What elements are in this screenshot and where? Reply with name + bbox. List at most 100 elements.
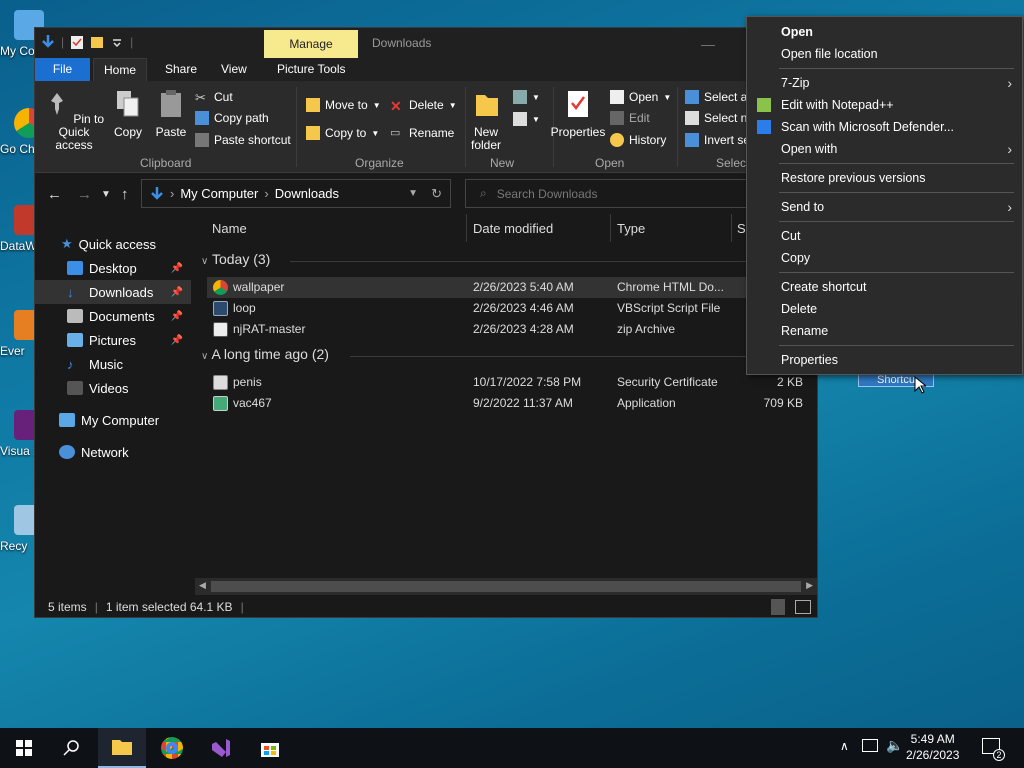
scrollbar-thumb[interactable] <box>211 581 801 592</box>
edit-button[interactable]: Edit <box>610 109 650 127</box>
manage-tab[interactable]: Manage <box>264 30 358 58</box>
nav-item-pictures[interactable]: Pictures 📌 <box>35 328 191 352</box>
menu-item-restore-versions[interactable]: Restore previous versions <box>747 167 1022 189</box>
search-button[interactable] <box>48 728 96 768</box>
menu-item-open-with[interactable]: Open with › <box>747 138 1022 160</box>
file-row-loop[interactable]: loop 2/26/2023 4:46 AM VBScript Script F… <box>207 298 815 319</box>
pin-icon[interactable]: 📌 <box>171 287 183 298</box>
file-row-vac467[interactable]: vac467 9/2/2022 11:37 AM Application 709… <box>207 393 815 414</box>
volume-icon[interactable]: 🔈 <box>886 737 903 754</box>
properties-icon[interactable] <box>70 34 84 50</box>
back-arrow-icon[interactable]: ← <box>47 186 62 203</box>
download-arrow-icon[interactable] <box>41 34 55 50</box>
copy-path-button[interactable]: Copy path <box>195 109 269 127</box>
taskbar-visual-studio[interactable] <box>197 728 245 768</box>
address-dropdown-icon[interactable]: ▼ <box>408 188 418 199</box>
new-item-button[interactable]: ▼ <box>513 88 540 106</box>
tab-view[interactable]: View <box>211 58 257 81</box>
start-button[interactable] <box>0 728 48 768</box>
up-arrow-icon[interactable]: ↑ <box>121 186 129 203</box>
file-row-njrat-master[interactable]: njRAT-master 2/26/2023 4:28 AM zip Archi… <box>207 319 815 340</box>
breadcrumb-my-computer[interactable]: My Computer <box>180 186 258 201</box>
invert-selection-button[interactable]: Invert se <box>685 131 750 149</box>
customize-toolbar-icon[interactable] <box>110 34 124 50</box>
refresh-icon[interactable]: ↻ <box>431 186 442 202</box>
large-icons-view-icon[interactable] <box>795 600 811 614</box>
delete-button[interactable]: ✕ Delete ▼ <box>390 96 457 114</box>
tab-file[interactable]: File <box>35 58 90 81</box>
menu-item-delete[interactable]: Delete <box>747 298 1022 320</box>
nav-item-videos[interactable]: Videos <box>35 376 191 400</box>
file-row-wallpaper[interactable]: wallpaper 2/26/2023 5:40 AM Chrome HTML … <box>207 277 815 298</box>
copy-button[interactable]: Copy <box>111 89 145 139</box>
select-all-button[interactable]: Select al <box>685 88 750 106</box>
cut-button[interactable]: ✂ Cut <box>195 88 233 106</box>
pin-icon[interactable]: 📌 <box>171 311 183 322</box>
scroll-right-icon[interactable]: ▶ <box>806 580 813 591</box>
select-none-button[interactable]: Select n <box>685 109 747 127</box>
search-input[interactable]: Search Downloads <box>497 187 598 201</box>
new-folder-icon[interactable] <box>90 34 104 50</box>
history-button[interactable]: History <box>610 131 666 149</box>
move-to-button[interactable]: Move to ▼ <box>306 96 381 114</box>
new-folder-button[interactable]: New folder <box>469 89 505 152</box>
menu-item-properties[interactable]: Properties <box>747 349 1022 371</box>
clock[interactable]: 5:49 AM 2/26/2023 <box>906 731 959 763</box>
details-view-icon[interactable] <box>771 599 785 615</box>
pin-icon[interactable]: 📌 <box>171 335 183 346</box>
menu-item-open[interactable]: Open <box>747 21 1022 43</box>
pin-to-quick-access-button[interactable]: Pin to Quick access <box>41 89 107 152</box>
file-row-penis[interactable]: penis 10/17/2022 7:58 PM Security Certif… <box>207 372 815 393</box>
taskbar-store[interactable] <box>246 728 294 768</box>
taskbar-file-explorer[interactable] <box>98 728 146 768</box>
column-separator[interactable] <box>731 214 732 242</box>
address-bar[interactable]: › My Computer › Downloads ▼ ↻ <box>141 179 451 208</box>
tab-share[interactable]: Share <box>155 58 207 81</box>
copy-to-button[interactable]: Copy to ▼ <box>306 124 379 142</box>
rename-button[interactable]: ▭ Rename <box>390 124 454 142</box>
easy-access-button[interactable]: ▼ <box>513 110 540 128</box>
menu-item-open-file-location[interactable]: Open file location <box>747 43 1022 65</box>
recent-locations-icon[interactable]: ▼ <box>101 189 111 200</box>
network-icon[interactable] <box>862 739 878 752</box>
properties-button[interactable]: Properties <box>550 89 606 139</box>
column-separator[interactable] <box>466 214 467 242</box>
paste-button[interactable]: Paste <box>153 89 189 139</box>
column-header-name[interactable]: Name <box>212 221 247 236</box>
nav-item-desktop[interactable]: Desktop 📌 <box>35 256 191 280</box>
scroll-left-icon[interactable]: ◀ <box>199 580 206 591</box>
tab-home[interactable]: Home <box>93 58 148 81</box>
menu-item-copy[interactable]: Copy <box>747 247 1022 269</box>
notification-center-icon[interactable]: 2 <box>982 738 1005 761</box>
column-header-date-modified[interactable]: Date modified <box>473 221 553 236</box>
menu-item-cut[interactable]: Cut <box>747 225 1022 247</box>
menu-item-send-to[interactable]: Send to › <box>747 196 1022 218</box>
nav-item-downloads[interactable]: ↓ Downloads 📌 <box>35 280 191 304</box>
nav-item-network[interactable]: Network <box>35 440 191 464</box>
horizontal-scrollbar[interactable]: ◀ ▶ <box>195 578 817 595</box>
minimize-button[interactable]: — <box>701 36 715 52</box>
column-separator[interactable] <box>610 214 611 242</box>
menu-item-create-shortcut[interactable]: Create shortcut <box>747 276 1022 298</box>
select-none-icon <box>685 111 699 125</box>
nav-item-quick-access[interactable]: ★ Quick access <box>35 232 191 256</box>
menu-item-scan-defender[interactable]: Scan with Microsoft Defender... <box>747 116 1022 138</box>
menu-item-edit-notepad[interactable]: Edit with Notepad++ <box>747 94 1022 116</box>
taskbar-chrome[interactable] <box>148 728 196 768</box>
group-header-long-ago[interactable]: ∨ A long time ago (2) <box>201 346 329 362</box>
show-hidden-icons-icon[interactable]: ∧ <box>840 739 849 753</box>
breadcrumb-downloads[interactable]: Downloads <box>275 186 339 201</box>
nav-item-my-computer[interactable]: My Computer <box>35 408 191 432</box>
nav-item-documents[interactable]: Documents 📌 <box>35 304 191 328</box>
menu-item-rename[interactable]: Rename <box>747 320 1022 342</box>
forward-arrow-icon[interactable]: → <box>77 186 92 203</box>
group-header-today[interactable]: ∨ Today (3) <box>201 251 270 267</box>
column-header-type[interactable]: Type <box>617 221 645 236</box>
nav-item-music[interactable]: ♪ Music <box>35 352 191 376</box>
tab-picture-tools[interactable]: Picture Tools <box>267 58 355 81</box>
paste-shortcut-button[interactable]: Paste shortcut <box>195 131 291 149</box>
menu-item-7zip[interactable]: 7-Zip › <box>747 72 1022 94</box>
search-box[interactable]: ⌕ Search Downloads <box>465 179 765 208</box>
open-button[interactable]: Open ▼ <box>610 88 671 106</box>
pin-icon[interactable]: 📌 <box>171 263 183 274</box>
